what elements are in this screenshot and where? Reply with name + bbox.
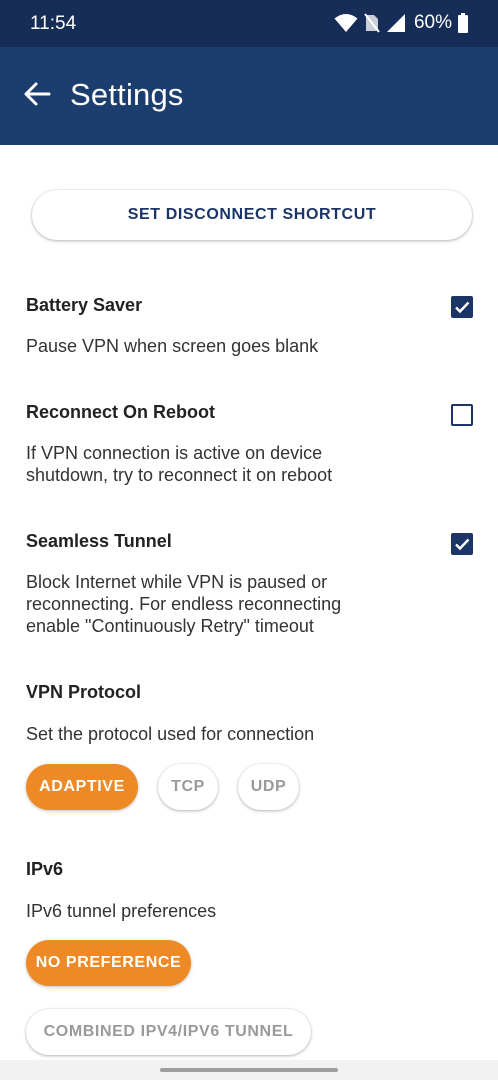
seamless-tunnel-checkbox[interactable] [451,533,473,555]
settings-list: SET DISCONNECT SHORTCUT Battery Saver Pa… [0,145,498,1060]
ipv6-title: IPv6 [26,859,64,879]
battery-percent: 60% [413,12,452,33]
protocol-chip-udp[interactable]: UDP [238,764,299,810]
checkmark-icon [455,301,470,314]
signal-icon [386,14,405,32]
battery-saver-title: Battery Saver [26,295,143,315]
ipv6-chip-no-preference[interactable]: NO PREFERENCE [26,940,191,986]
vpn-protocol-description: Set the protocol used for connection [26,724,315,744]
battery-saver-checkbox[interactable] [451,296,473,318]
gesture-handle[interactable] [160,1068,338,1072]
seamless-tunnel-title: Seamless Tunnel [26,531,172,551]
checkmark-icon [455,538,470,551]
ipv6-description: IPv6 tunnel preferences [26,901,217,921]
ipv6-chip-combined-tunnel[interactable]: COMBINED IPV4/IPV6 TUNNEL [26,1009,311,1055]
wifi-icon [334,14,358,32]
status-bar: 11:54 60% [0,0,498,47]
battery-saver-description: Pause VPN when screen goes blank [26,336,319,356]
set-disconnect-shortcut-button[interactable]: SET DISCONNECT SHORTCUT [32,190,472,240]
reconnect-on-reboot-description: If VPN connection is active on device sh… [26,443,333,485]
arrow-left-icon[interactable] [22,79,52,109]
battery-icon [458,13,468,33]
page-title: Settings [70,77,184,112]
vpn-protocol-title: VPN Protocol [26,682,142,702]
reconnect-on-reboot-title: Reconnect On Reboot [26,402,216,422]
protocol-chip-tcp[interactable]: TCP [158,764,218,810]
status-icons: 60% [334,11,468,35]
seamless-tunnel-description: Block Internet while VPN is paused or re… [26,572,342,636]
navigation-bar [0,1060,498,1080]
app-bar: Settings [0,47,498,145]
status-time: 11:54 [30,13,77,34]
protocol-chip-adaptive[interactable]: ADAPTIVE [26,764,138,810]
reconnect-on-reboot-checkbox[interactable] [451,404,473,426]
no-sim-icon [364,13,380,33]
